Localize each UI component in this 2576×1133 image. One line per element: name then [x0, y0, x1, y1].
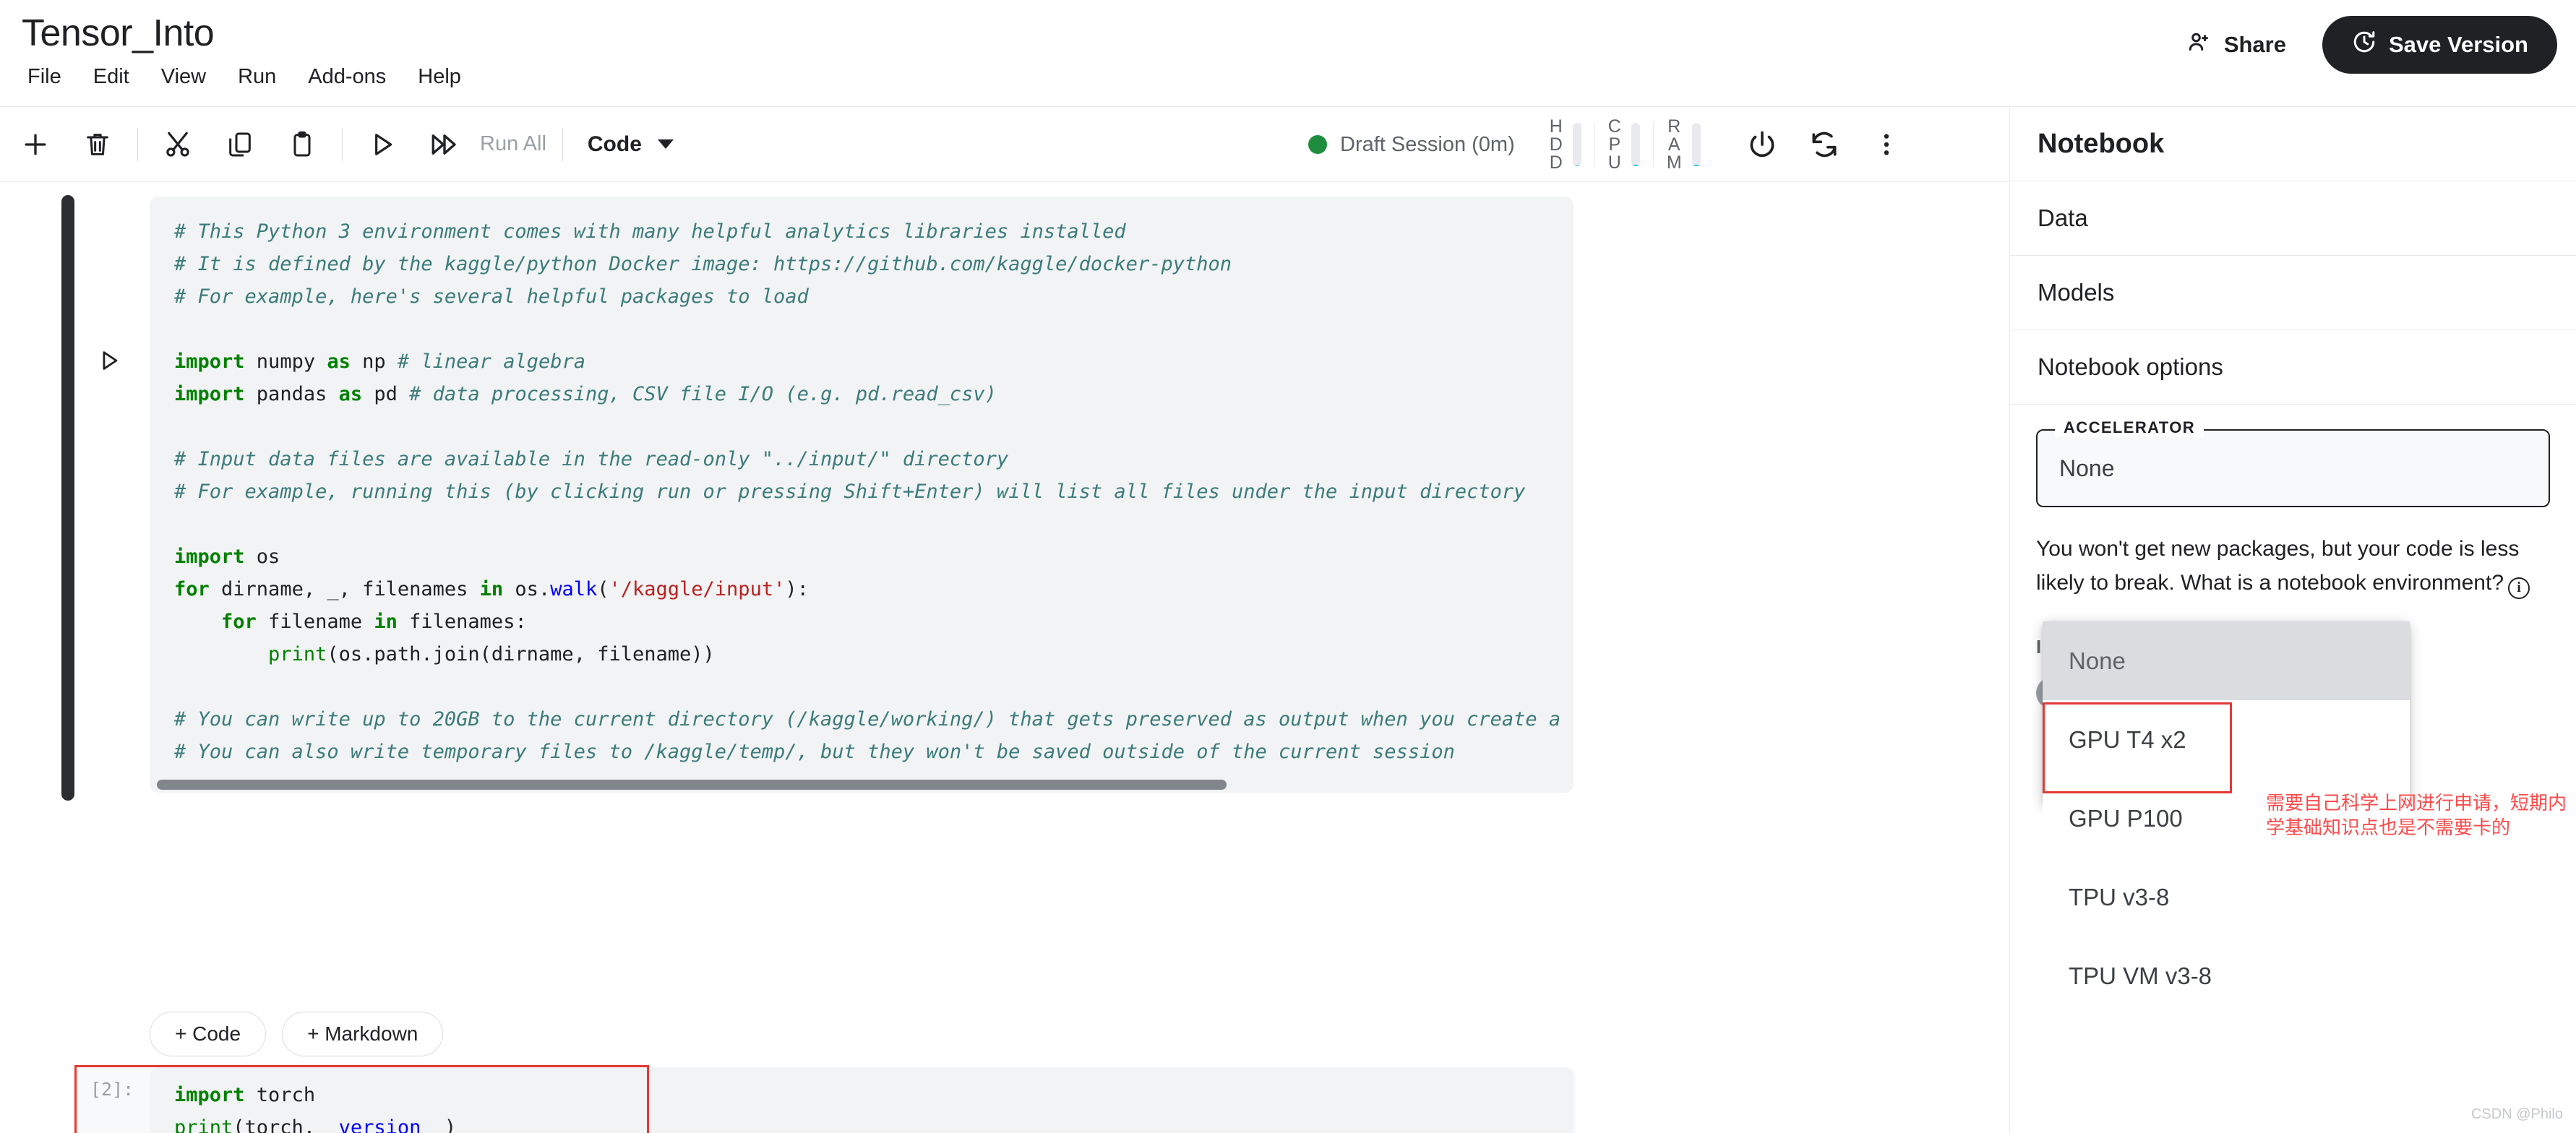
sidebar-item-models[interactable]: Models [2010, 256, 2576, 330]
cut-icon[interactable] [155, 122, 200, 167]
menu-item-view[interactable]: View [157, 62, 210, 92]
toolbar-divider [137, 127, 138, 161]
gauge-ram-label: R A M [1666, 116, 1682, 173]
more-options-icon[interactable] [1864, 122, 1909, 167]
sidebar-header-notebook: Notebook [2010, 107, 2576, 181]
page-title: Tensor_Into [22, 12, 215, 54]
accelerator-option-gpu-t4-x2[interactable]: GPU T4 x2 [2043, 700, 2410, 779]
copy-icon[interactable] [218, 122, 262, 167]
menu-item-edit[interactable]: Edit [89, 62, 134, 92]
code-text-cell-2: import torch print(torch.__version__) [174, 1084, 457, 1133]
annotation-text-gpu: 需要自己科学上网进行申请，短期内 学基础知识点也是不需要卡的 [2266, 792, 2567, 838]
gauge-ram-bar [1691, 123, 1701, 166]
header-actions: Share Save Version [2176, 16, 2557, 74]
gauge-ram-line-2: A [1667, 134, 1680, 155]
session-status-dot [1308, 135, 1327, 154]
run-cell-icon[interactable] [360, 122, 405, 167]
share-button[interactable]: Share [2176, 22, 2296, 68]
sidebar-body: ACCELERATOR None [2010, 418, 2576, 507]
toolbar-divider-3 [562, 127, 563, 161]
gauge-divider-2 [1652, 122, 1654, 167]
gauge-cpu-line-2: P [1608, 134, 1621, 155]
add-cell-buttons: + Code + Markdown [150, 1012, 444, 1056]
gauge-cpu-label: C P U [1607, 116, 1621, 173]
chevron-down-icon [657, 139, 674, 149]
code-editor-cell-1[interactable]: # This Python 3 environment comes with m… [150, 197, 1573, 793]
power-icon[interactable] [1740, 122, 1785, 167]
gauge-cpu-bar [1631, 123, 1640, 166]
horizontal-scrollbar[interactable] [150, 780, 1573, 793]
run-all-label[interactable]: Run All [480, 132, 546, 156]
add-code-label: + Code [175, 1022, 241, 1045]
code-text-cell-1: # This Python 3 environment comes with m… [174, 220, 1573, 763]
restart-icon[interactable] [1802, 122, 1847, 167]
gauge-hdd-line-2: D [1549, 134, 1563, 155]
add-code-button[interactable]: + Code [150, 1012, 267, 1056]
gauge-cpu[interactable]: C P U [1607, 116, 1640, 173]
sidebar-item-notebook-options-label: Notebook options [2038, 353, 2223, 380]
scrollbar-thumb[interactable] [157, 780, 1227, 790]
sidebar-item-models-label: Models [2038, 279, 2115, 306]
menu-item-addons[interactable]: Add-ons [304, 62, 390, 92]
gauge-hdd[interactable]: H D D [1549, 116, 1581, 173]
session-actions [1727, 122, 1918, 167]
gauge-hdd-label: H D D [1549, 116, 1563, 173]
gauge-ram[interactable]: R A M [1666, 116, 1701, 173]
gauge-hdd-line-1: H [1549, 116, 1563, 137]
accelerator-option-tpu-vm-v3-8[interactable]: TPU VM v3-8 [2043, 936, 2410, 1015]
app-header: Tensor_Into File Edit View Run Add-ons H… [0, 0, 2576, 107]
gauge-ram-line-1: R [1667, 116, 1681, 137]
cell-prompt-number: [2]: [90, 1079, 134, 1100]
gauge-cpu-line-3: U [1607, 152, 1621, 173]
sidebar-item-data[interactable]: Data [2010, 181, 2576, 256]
notebook-canvas: # This Python 3 environment comes with m… [0, 182, 2009, 1133]
toolbar-divider-2 [342, 127, 343, 161]
share-button-label: Share [2223, 32, 2286, 57]
save-version-label: Save Version [2388, 32, 2528, 57]
paste-icon[interactable] [280, 122, 325, 167]
info-icon[interactable]: i [2508, 577, 2530, 599]
notebook-cell-1[interactable]: # This Python 3 environment comes with m… [0, 182, 2009, 811]
sidebar-title: Notebook [2038, 128, 2165, 159]
run-all-icon[interactable] [422, 122, 467, 167]
menu-bar: File Edit View Run Add-ons Help [23, 62, 465, 92]
sidebar-item-notebook-options[interactable]: Notebook options [2010, 330, 2576, 405]
cell-type-dropdown[interactable]: Code [588, 132, 674, 157]
accelerator-option-tpu-v3-8[interactable]: TPU v3-8 [2043, 858, 2410, 936]
menu-item-run[interactable]: Run [233, 62, 280, 92]
code-editor-cell-2[interactable]: import torch print(torch.__version__) [150, 1067, 1573, 1133]
session-status-label: Draft Session (0m) [1340, 132, 1515, 156]
add-cell-icon[interactable] [13, 122, 58, 167]
gauge-hdd-bar [1572, 123, 1581, 166]
add-markdown-button[interactable]: + Markdown [282, 1012, 444, 1056]
gauge-ram-line-3: M [1666, 152, 1682, 173]
menu-item-file[interactable]: File [23, 62, 66, 92]
resource-gauges: H D D C P U R A M [1549, 116, 1701, 173]
watermark: CSDN @Philo [2470, 1106, 2563, 1122]
cell-type-label: Code [587, 132, 642, 156]
gauge-divider-1 [1594, 122, 1595, 167]
save-version-button[interactable]: Save Version [2322, 16, 2557, 74]
environment-note: You won't get new packages, but your cod… [2010, 532, 2576, 600]
clock-rotate-icon [2351, 29, 2377, 61]
accelerator-dropdown-menu[interactable]: None GPU T4 x2 GPU P100 TPU v3-8 TPU VM … [2043, 621, 2410, 1015]
gauge-hdd-line-3: D [1549, 152, 1563, 173]
gauge-cpu-line-1: C [1607, 116, 1621, 137]
run-cell-triangle-icon[interactable] [97, 348, 121, 376]
session-status-area: Draft Session (0m) H D D C P U R A M [1308, 107, 1918, 182]
person-add-icon [2186, 29, 2212, 61]
sidebar-item-data-label: Data [2038, 204, 2088, 231]
accelerator-option-none[interactable]: None [2043, 621, 2410, 700]
delete-cell-icon[interactable] [75, 122, 120, 167]
accelerator-value: None [2059, 455, 2115, 481]
environment-note-text: You won't get new packages, but your cod… [2036, 537, 2520, 595]
menu-item-help[interactable]: Help [413, 62, 465, 92]
accelerator-select[interactable]: ACCELERATOR None [2036, 418, 2550, 507]
cell-selection-bar [61, 195, 74, 801]
add-markdown-label: + Markdown [307, 1022, 418, 1045]
accelerator-legend: ACCELERATOR [2055, 418, 2204, 437]
